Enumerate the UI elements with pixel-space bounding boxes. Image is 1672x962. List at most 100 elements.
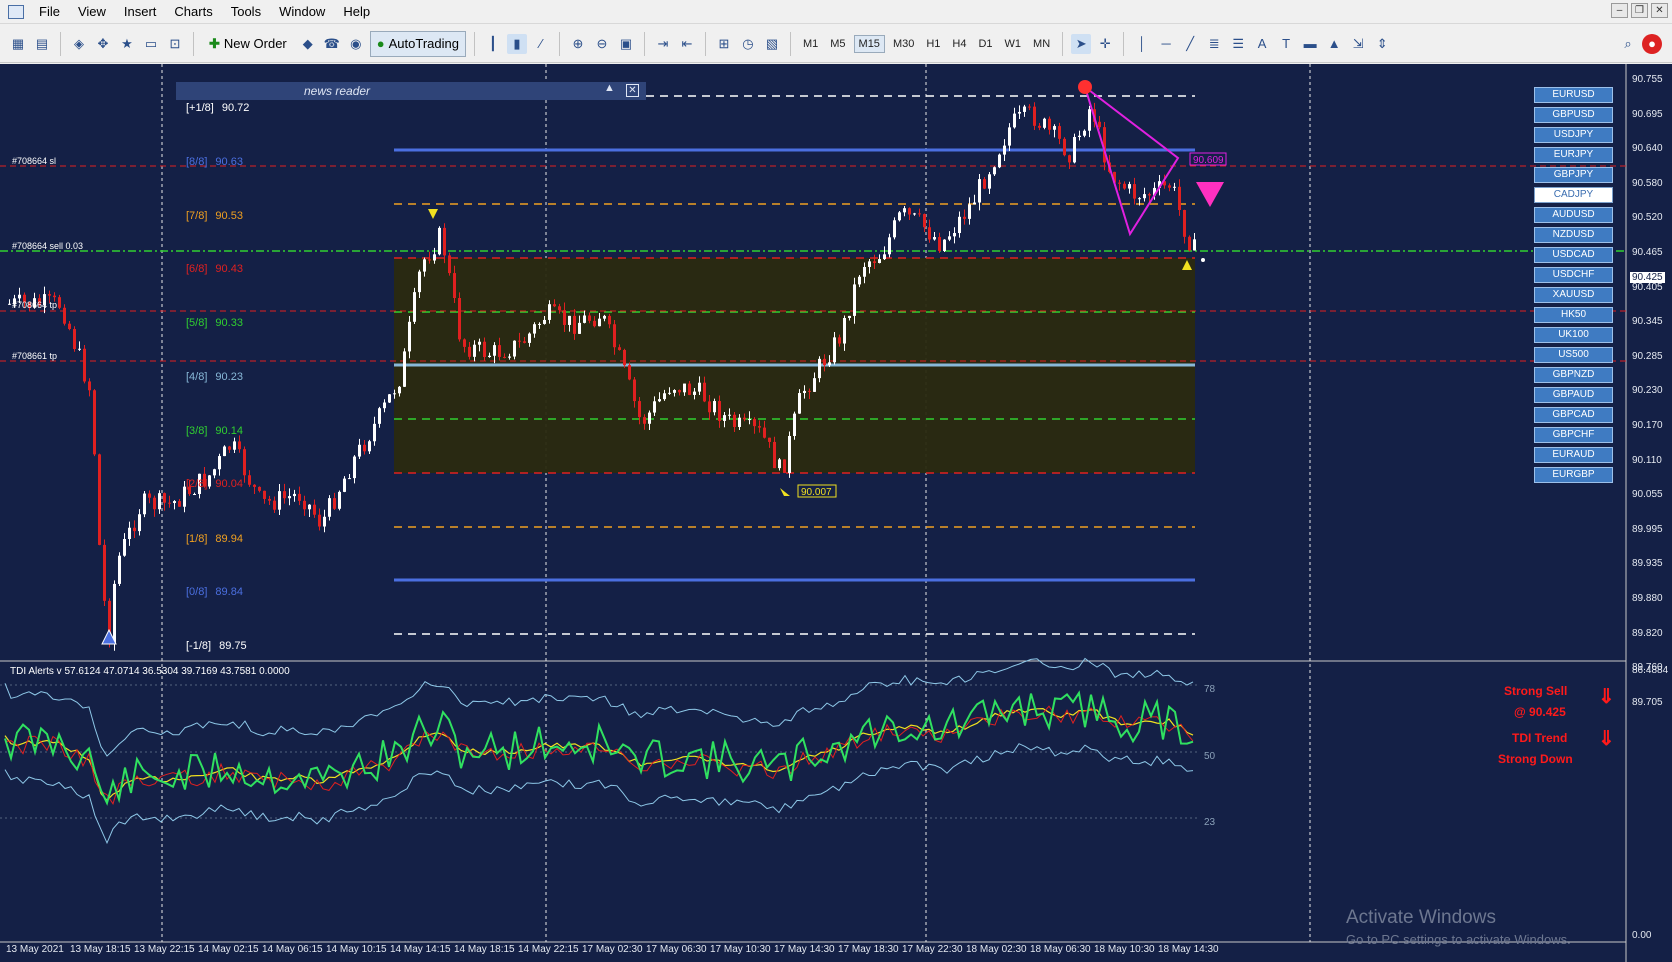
close-icon[interactable]: ✕	[626, 84, 639, 97]
zoom-out-icon[interactable]: ⊖	[592, 34, 612, 54]
menu-window[interactable]: Window	[270, 2, 334, 21]
arrow-marker	[780, 488, 790, 496]
candle-body	[423, 259, 426, 272]
market-icon[interactable]: ◉	[346, 34, 366, 54]
candle-body	[523, 341, 526, 343]
candle-body	[658, 399, 661, 402]
candle-body	[1173, 186, 1176, 188]
tf-m30[interactable]: M30	[889, 36, 918, 52]
symbol-button-gbpusd[interactable]: GBPUSD	[1534, 107, 1613, 123]
crosshair-icon[interactable]: ✛	[1095, 34, 1115, 54]
symbol-button-gbpcad[interactable]: GBPCAD	[1534, 407, 1613, 423]
symbol-button-us500[interactable]: US500	[1534, 347, 1613, 363]
chart-window[interactable]: 90.609 90.007 news reader ▲ ✕ [+1/8] 90.72…	[0, 64, 1672, 962]
symbol-button-euraud[interactable]: EURAUD	[1534, 447, 1613, 463]
candle-body	[103, 544, 106, 601]
account-icon[interactable]: ●	[1642, 33, 1662, 54]
symbol-button-eurusd[interactable]: EURUSD	[1534, 87, 1613, 103]
main-toolbar: ▦ ▤ ◈ ✥ ★ ▭ ⊡ ✚ New Order ◆ ☎ ◉ ● AutoTrad…	[0, 25, 1672, 63]
symbol-button-nzdusd[interactable]: NZDUSD	[1534, 227, 1613, 243]
autotrading-button[interactable]: ● AutoTrading	[369, 30, 466, 57]
channel-icon[interactable]: ≣	[1204, 34, 1224, 54]
price-chart-canvas[interactable]: 90.609 90.007	[0, 64, 1672, 962]
order-sell-label: #708664 sell 0.03	[12, 241, 84, 251]
arrows-icon[interactable]: ⇲	[1348, 34, 1368, 54]
candle-body	[798, 393, 801, 414]
indicators-icon[interactable]: ⊞	[714, 34, 734, 54]
tf-m15[interactable]: M15	[853, 34, 885, 53]
symbol-button-gbpnzd[interactable]: GBPNZD	[1534, 367, 1613, 383]
candlestick-icon[interactable]: ▮	[506, 33, 527, 54]
symbol-button-gbpchf[interactable]: GBPCHF	[1534, 427, 1613, 443]
menu-bar: File View Insert Charts Tools Window Hel…	[0, 0, 1672, 24]
menu-charts[interactable]: Charts	[165, 2, 221, 21]
menu-tools[interactable]: Tools	[222, 2, 270, 21]
navigator-icon[interactable]: ★	[117, 34, 137, 54]
tf-w1[interactable]: W1	[1001, 36, 1026, 52]
search-icon[interactable]: ⌕	[1618, 34, 1638, 54]
menu-view[interactable]: View	[69, 2, 115, 21]
symbol-button-gbpjpy[interactable]: GBPJPY	[1534, 167, 1613, 183]
tf-h4[interactable]: H4	[948, 36, 970, 52]
candle-body	[898, 212, 901, 221]
trendline-icon[interactable]: ╱	[1180, 34, 1200, 54]
chart-shift-icon[interactable]: ⇤	[677, 34, 697, 54]
templates-icon[interactable]: ▧	[762, 34, 782, 54]
tf-m1[interactable]: M1	[799, 36, 822, 52]
terminal-icon[interactable]: ▭	[141, 34, 161, 54]
candle-body	[753, 419, 756, 427]
symbol-button-gbpaud[interactable]: GBPAUD	[1534, 387, 1613, 403]
horizontal-line-icon[interactable]: ─	[1156, 34, 1176, 54]
symbol-button-eurgbp[interactable]: EURGBP	[1534, 467, 1613, 483]
candle-body	[418, 271, 421, 293]
more-tools-icon[interactable]: ⇕	[1372, 34, 1392, 54]
menu-insert[interactable]: Insert	[115, 2, 166, 21]
bar-chart-icon[interactable]: ┃	[483, 34, 503, 54]
triangle-icon[interactable]: ▲	[1324, 34, 1344, 54]
news-reader-panel[interactable]: news reader ▲ ✕	[176, 82, 646, 100]
price-tick: 90.345	[1632, 316, 1663, 328]
metaeditor-icon[interactable]: ◆	[298, 34, 318, 54]
text-icon[interactable]: A	[1252, 34, 1272, 54]
symbol-button-hk50[interactable]: HK50	[1534, 307, 1613, 323]
strategy-tester-icon[interactable]: ⊡	[165, 34, 185, 54]
symbol-button-xauusd[interactable]: XAUUSD	[1534, 287, 1613, 303]
candle-body	[288, 496, 291, 499]
signals-icon[interactable]: ☎	[322, 34, 342, 54]
menu-help[interactable]: Help	[334, 2, 379, 21]
restore-icon[interactable]: ❐	[1631, 3, 1648, 18]
current-price-dot	[1201, 258, 1205, 262]
fibonacci-icon[interactable]: ☰	[1228, 34, 1248, 54]
tf-d1[interactable]: D1	[974, 36, 996, 52]
symbol-button-uk100[interactable]: UK100	[1534, 327, 1613, 343]
line-chart-icon[interactable]: ∕	[531, 34, 551, 54]
symbol-button-eurjpy[interactable]: EURJPY	[1534, 147, 1613, 163]
symbol-button-usdjpy[interactable]: USDJPY	[1534, 127, 1613, 143]
symbol-button-usdcad[interactable]: USDCAD	[1534, 247, 1613, 263]
rectangle-icon[interactable]: ▬	[1300, 34, 1320, 54]
collapse-icon[interactable]: ▲	[604, 82, 615, 94]
vertical-line-icon[interactable]: │	[1132, 34, 1152, 54]
menu-file[interactable]: File	[30, 2, 69, 21]
cursor-icon[interactable]: ➤	[1071, 33, 1092, 54]
new-chart-icon[interactable]: ▦	[8, 34, 28, 54]
data-window-icon[interactable]: ✥	[93, 34, 113, 54]
symbol-button-usdchf[interactable]: USDCHF	[1534, 267, 1613, 283]
autoscroll-icon[interactable]: ⇥	[653, 34, 673, 54]
symbol-button-audusd[interactable]: AUDUSD	[1534, 207, 1613, 223]
candle-body	[568, 315, 571, 325]
periods-icon[interactable]: ◷	[738, 34, 758, 54]
tf-m5[interactable]: M5	[826, 36, 849, 52]
new-order-button[interactable]: ✚ New Order	[202, 31, 294, 57]
symbol-button-cadjpy[interactable]: CADJPY	[1534, 187, 1613, 203]
market-watch-icon[interactable]: ◈	[69, 34, 89, 54]
text-label-icon[interactable]: T	[1276, 34, 1296, 54]
tf-h1[interactable]: H1	[922, 36, 944, 52]
profiles-icon[interactable]: ▤	[32, 34, 52, 54]
minimize-icon[interactable]: –	[1611, 3, 1628, 18]
candle-body	[963, 216, 966, 219]
tf-mn[interactable]: MN	[1029, 36, 1054, 52]
zoom-in-icon[interactable]: ⊕	[568, 34, 588, 54]
tile-windows-icon[interactable]: ▣	[616, 34, 636, 54]
close-icon[interactable]: ✕	[1651, 3, 1668, 18]
